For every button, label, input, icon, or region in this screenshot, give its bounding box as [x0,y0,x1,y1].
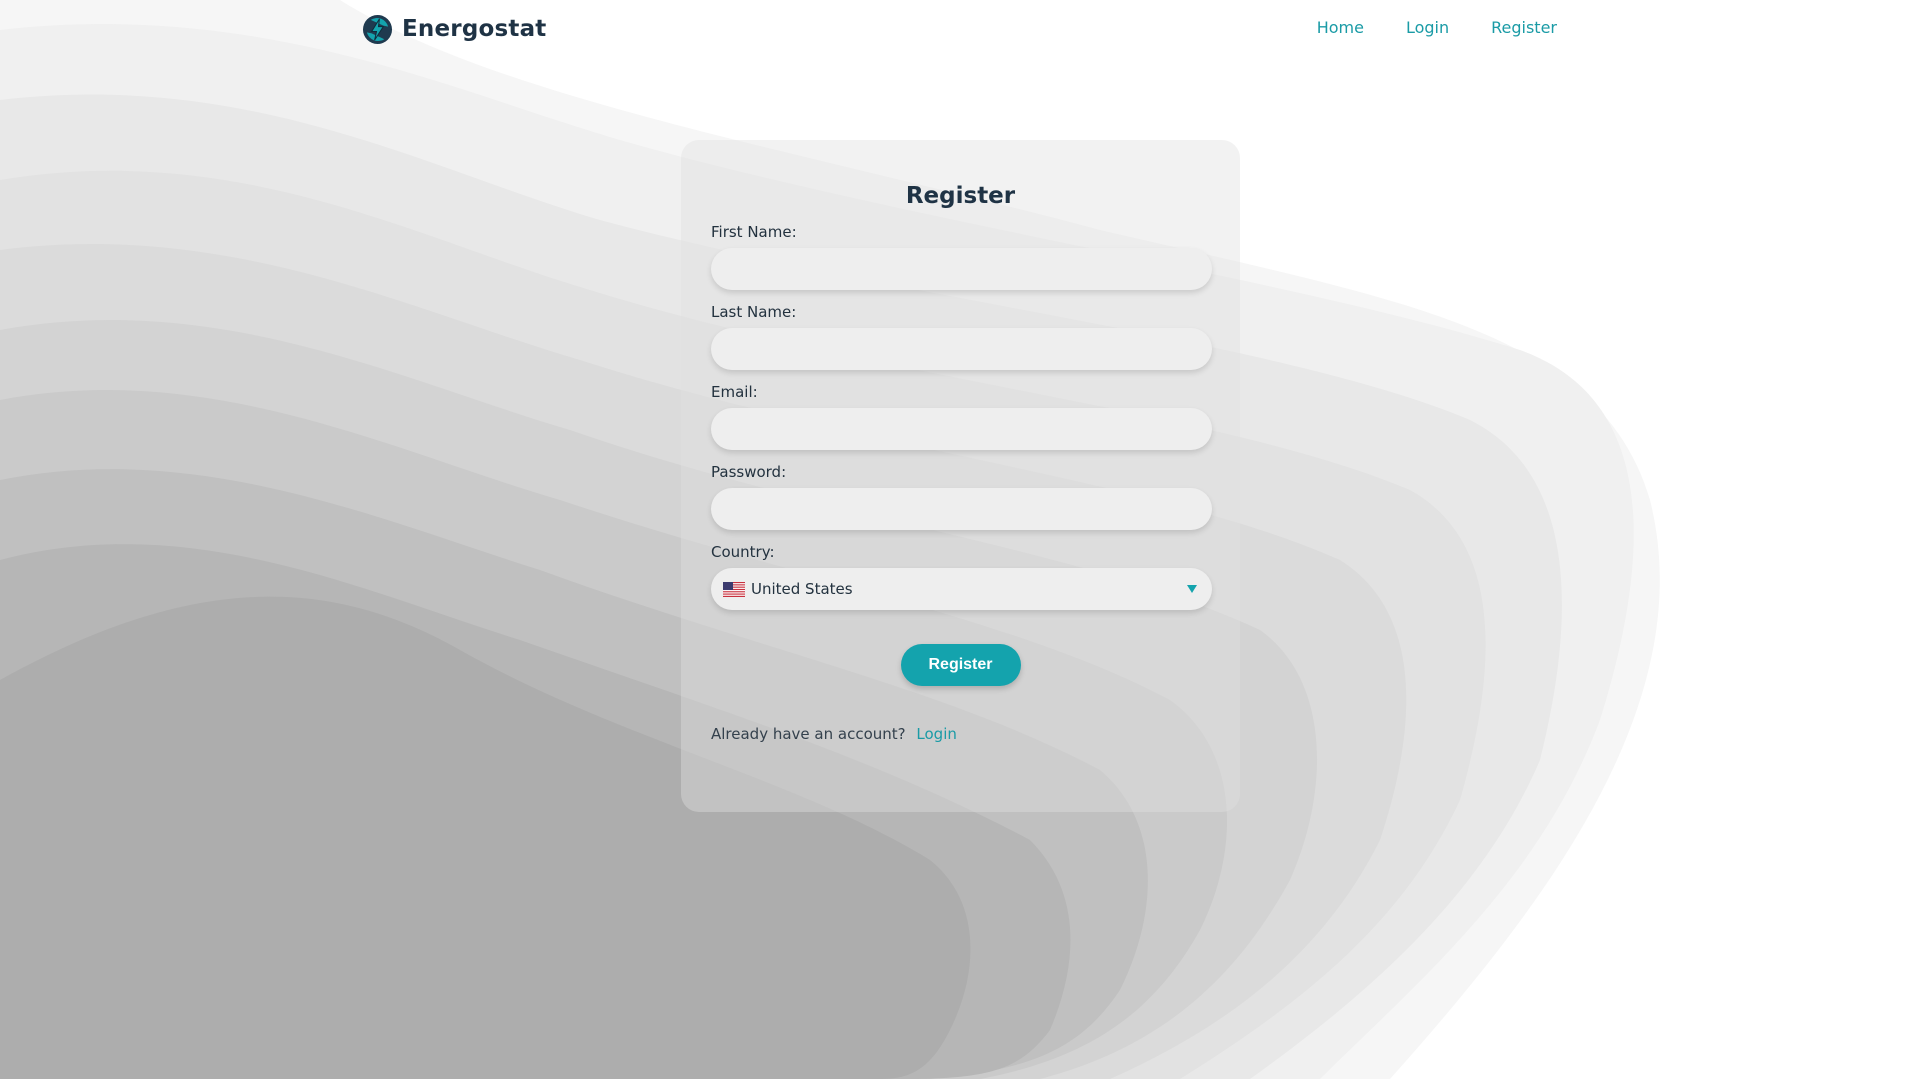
country-select-value: United States [751,580,853,598]
last-name-input[interactable] [711,328,1212,370]
submit-row: Register [711,644,1210,686]
last-name-label: Last Name: [711,303,797,321]
nav-register-link[interactable]: Register [1491,18,1557,37]
email-label: Email: [711,383,758,401]
first-name-label: First Name: [711,223,797,241]
main-nav: Home Login Register [1317,18,1557,37]
register-button[interactable]: Register [900,644,1021,686]
brand[interactable]: Energostat [362,12,547,46]
password-label: Password: [711,463,787,481]
password-input[interactable] [711,488,1212,530]
nav-home-link[interactable]: Home [1317,18,1364,37]
nav-login-link[interactable]: Login [1406,18,1449,37]
login-prompt-text: Already have an account? [711,725,906,743]
brand-name: Energostat [402,16,547,42]
chevron-down-icon [1187,585,1197,593]
us-flag-icon [723,581,745,597]
country-select[interactable]: United States [711,568,1212,610]
email-input[interactable] [711,408,1212,450]
register-card: Register First Name: Last Name: Email: P… [681,140,1240,812]
first-name-input[interactable] [711,248,1212,290]
page-title: Register [905,183,1016,209]
login-prompt: Already have an account? Login [711,724,1210,744]
register-page: Energostat Home Login Register Register … [0,0,1919,1079]
top-navbar: Energostat Home Login Register [0,0,1919,60]
login-link[interactable]: Login [916,725,956,743]
lightning-bolt-icon [362,14,393,44]
country-label: Country: [711,543,775,561]
